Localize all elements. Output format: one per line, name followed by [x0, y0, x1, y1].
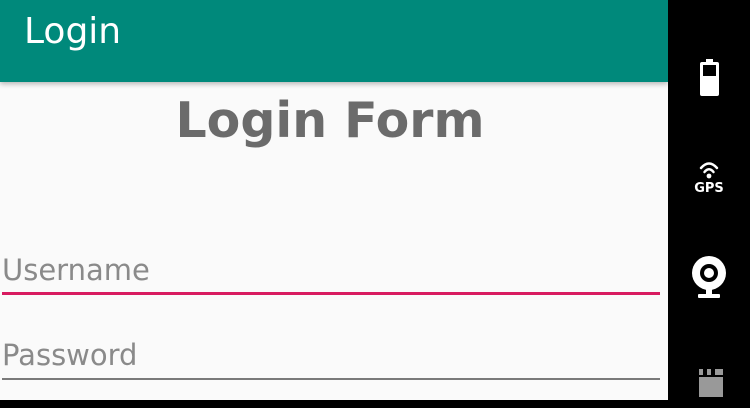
app-screen: Login Login Form — [0, 0, 668, 400]
gps-label: GPS — [694, 181, 724, 196]
camera-icon — [692, 256, 726, 298]
gps-button[interactable]: GPS — [679, 148, 739, 208]
battery-icon — [700, 59, 719, 96]
app-bar-title: Login — [24, 11, 122, 52]
video-button[interactable] — [679, 348, 739, 408]
emulator-side-panel: GPS — [668, 0, 750, 400]
gps-icon — [699, 162, 719, 179]
video-icon — [699, 369, 723, 397]
camera-button[interactable] — [679, 246, 739, 306]
username-underline — [2, 292, 660, 295]
password-underline — [2, 378, 660, 380]
password-field[interactable] — [2, 334, 660, 380]
battery-button[interactable] — [679, 46, 739, 106]
app-bar: Login — [0, 0, 668, 82]
username-input[interactable] — [2, 249, 660, 291]
form-title: Login Form — [175, 92, 485, 149]
password-input[interactable] — [2, 334, 660, 376]
username-field[interactable] — [2, 249, 660, 295]
